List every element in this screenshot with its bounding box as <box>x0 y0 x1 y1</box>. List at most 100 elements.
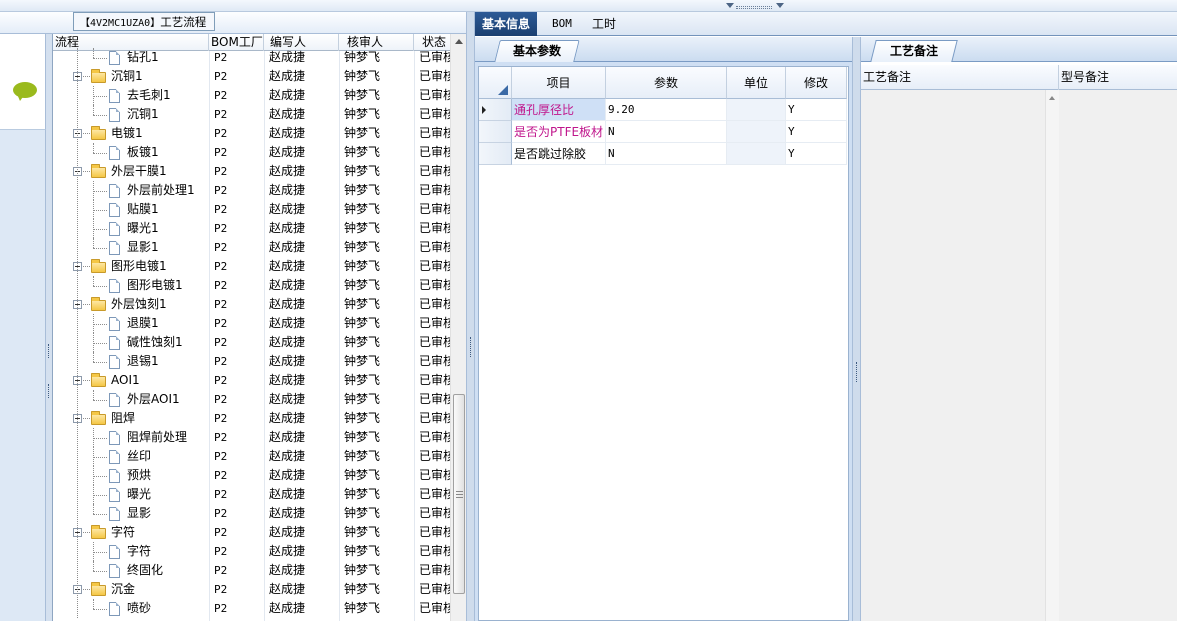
tree-row[interactable]: 喷砂 P2 赵成捷 钟梦飞 已审核 <box>53 599 451 618</box>
tree-node-name[interactable]: 沉金 <box>111 580 209 599</box>
tree-node-name[interactable]: 显影1 <box>127 238 209 257</box>
tree-node-name[interactable]: 图形电镀1 <box>127 276 209 295</box>
tree-row[interactable]: 显影1 P2 赵成捷 钟梦飞 已审核 <box>53 238 451 257</box>
tree-row[interactable]: AOI1 P2 赵成捷 钟梦飞 已审核 <box>53 371 451 390</box>
tree-node-name[interactable]: 沉铜1 <box>111 67 209 86</box>
tree-node-name[interactable]: 外层干膜1 <box>111 162 209 181</box>
tab-process-remarks[interactable]: 工艺备注 <box>870 40 958 62</box>
tree-row[interactable]: 阻焊 P2 赵成捷 钟梦飞 已审核 <box>53 409 451 428</box>
tree-row[interactable]: 碱性蚀刻1 P2 赵成捷 钟梦飞 已审核 <box>53 333 451 352</box>
tab-basic-params[interactable]: 基本参数 <box>494 40 580 62</box>
tab-work-hours[interactable]: 工时 <box>585 12 623 36</box>
param-modify-cell[interactable]: Y <box>786 121 847 143</box>
param-value-cell[interactable]: 9.20 <box>606 99 727 121</box>
param-value-cell[interactable]: N <box>606 121 727 143</box>
splitter-grip-icon[interactable] <box>736 6 772 9</box>
tab-bom[interactable]: BOM <box>545 12 579 36</box>
tree-node-name[interactable]: 电镀1 <box>111 124 209 143</box>
tree-row[interactable]: 图形电镀1 P2 赵成捷 钟梦飞 已审核 <box>53 257 451 276</box>
tree-row[interactable]: 外层前处理1 P2 赵成捷 钟梦飞 已审核 <box>53 181 451 200</box>
tree-node-name[interactable]: 去毛刺1 <box>127 86 209 105</box>
center-splitter[interactable] <box>466 12 475 621</box>
tree-row[interactable]: 显影 P2 赵成捷 钟梦飞 已审核 <box>53 504 451 523</box>
splitter-grip-icon[interactable] <box>470 337 472 357</box>
tree-node-name[interactable]: 阻焊前处理 <box>127 428 209 447</box>
tree-row[interactable]: 字符 P2 赵成捷 钟梦飞 已审核 <box>53 523 451 542</box>
param-item-cell[interactable]: 是否为PTFE板材 <box>512 121 606 143</box>
process-remark-textarea[interactable] <box>861 90 1059 621</box>
tree-node-name[interactable]: 预烘 <box>127 466 209 485</box>
tree-node-name[interactable]: 退膜1 <box>127 314 209 333</box>
tree-row[interactable]: 字符 P2 赵成捷 钟梦飞 已审核 <box>53 542 451 561</box>
tree-node-name[interactable]: AOI1 <box>111 371 209 390</box>
tree-node-name[interactable]: 外层蚀刻1 <box>111 295 209 314</box>
tab-basic-info[interactable]: 基本信息 <box>475 12 538 36</box>
tree-node-name[interactable]: 曝光 <box>127 485 209 504</box>
row-header[interactable] <box>479 121 512 143</box>
grid-corner[interactable] <box>479 67 512 99</box>
tree-node-name[interactable]: 板镀1 <box>127 143 209 162</box>
tree-row[interactable]: 丝印 P2 赵成捷 钟梦飞 已审核 <box>53 447 451 466</box>
tree-node-name[interactable]: 外层前处理1 <box>127 181 209 200</box>
tree-row[interactable]: 贴膜1 P2 赵成捷 钟梦飞 已审核 <box>53 200 451 219</box>
tree-row[interactable]: 板镀1 P2 赵成捷 钟梦飞 已审核 <box>53 143 451 162</box>
top-splitter-strip[interactable] <box>0 0 1177 12</box>
tree-row[interactable]: 沉金 P2 赵成捷 钟梦飞 已审核 <box>53 580 451 599</box>
tree-node-name[interactable]: 碱性蚀刻1 <box>127 333 209 352</box>
tree-row[interactable]: 去毛刺1 P2 赵成捷 钟梦飞 已审核 <box>53 86 451 105</box>
tree-row[interactable]: 退锡1 P2 赵成捷 钟梦飞 已审核 <box>53 352 451 371</box>
tree-row[interactable]: 曝光1 P2 赵成捷 钟梦飞 已审核 <box>53 219 451 238</box>
splitter-grip-icon[interactable] <box>48 384 50 398</box>
tree-node-name[interactable]: 贴膜1 <box>127 200 209 219</box>
tree-node-name[interactable]: 丝印 <box>127 447 209 466</box>
tree-row[interactable]: 外层AOI1 P2 赵成捷 钟梦飞 已审核 <box>53 390 451 409</box>
tree-row[interactable]: 退膜1 P2 赵成捷 钟梦飞 已审核 <box>53 314 451 333</box>
remark-scrollbar[interactable] <box>1045 90 1059 621</box>
column-header-unit[interactable]: 单位 <box>727 67 786 99</box>
param-modify-cell[interactable]: Y <box>786 99 847 121</box>
tree-row[interactable]: 外层干膜1 P2 赵成捷 钟梦飞 已审核 <box>53 162 451 181</box>
tree-row[interactable]: 沉铜1 P2 赵成捷 钟梦飞 已审核 <box>53 105 451 124</box>
basic-params-grid[interactable]: 项目 参数 单位 修改 通孔厚径比 9.20 Y 是否为PTFE板材 N Y 是否跳过除胶 N… <box>478 66 849 621</box>
tree-node-name[interactable]: 退锡1 <box>127 352 209 371</box>
tree-node-name[interactable]: 沉铜1 <box>127 105 209 124</box>
tree-node-name[interactable]: 外层AOI1 <box>127 390 209 409</box>
tree-node-name[interactable]: 喷砂 <box>127 599 209 618</box>
process-tree-grid[interactable]: 流程 BOM工厂 编写人 核审人 状态 钻孔1P2赵成捷钟梦飞已审核沉铜1P2赵… <box>52 34 466 621</box>
scroll-up-icon[interactable] <box>1049 96 1055 100</box>
column-header-value[interactable]: 参数 <box>606 67 727 99</box>
tree-row[interactable]: 图形电镀1 P2 赵成捷 钟梦飞 已审核 <box>53 276 451 295</box>
splitter-grip-icon[interactable] <box>856 362 858 382</box>
row-header[interactable] <box>479 99 512 121</box>
splitter-grip-icon[interactable] <box>48 344 50 358</box>
collapse-up-icon[interactable] <box>776 3 784 8</box>
tree-node-name[interactable]: 钻孔1 <box>127 48 209 67</box>
tree-row[interactable]: 终固化 P2 赵成捷 钟梦飞 已审核 <box>53 561 451 580</box>
process-title-tab[interactable]: 【4V2MC1UZA0】工艺流程 <box>73 12 216 31</box>
param-unit-cell[interactable] <box>727 143 786 165</box>
scrollbar-thumb[interactable] <box>453 394 465 594</box>
model-remark-textarea[interactable] <box>1059 90 1177 621</box>
tree-row[interactable]: 曝光 P2 赵成捷 钟梦飞 已审核 <box>53 485 451 504</box>
collapse-up-icon[interactable] <box>726 3 734 8</box>
scroll-up-icon[interactable] <box>455 39 463 44</box>
tree-row[interactable]: 阻焊前处理 P2 赵成捷 钟梦飞 已审核 <box>53 428 451 447</box>
right-splitter[interactable] <box>852 37 861 621</box>
tree-row[interactable]: 预烘 P2 赵成捷 钟梦飞 已审核 <box>53 466 451 485</box>
param-item-cell[interactable]: 是否跳过除胶 <box>512 143 606 165</box>
tree-vertical-scrollbar[interactable] <box>450 34 466 621</box>
tree-node-name[interactable]: 显影 <box>127 504 209 523</box>
tree-row[interactable]: 沉铜1 P2 赵成捷 钟梦飞 已审核 <box>53 67 451 86</box>
param-unit-cell[interactable] <box>727 121 786 143</box>
tree-node-name[interactable]: 曝光1 <box>127 219 209 238</box>
tree-row[interactable]: 外层蚀刻1 P2 赵成捷 钟梦飞 已审核 <box>53 295 451 314</box>
tree-row[interactable]: 电镀1 P2 赵成捷 钟梦飞 已审核 <box>53 124 451 143</box>
param-value-cell[interactable]: N <box>606 143 727 165</box>
param-item-cell[interactable]: 通孔厚径比 <box>512 99 606 121</box>
tree-node-name[interactable]: 阻焊 <box>111 409 209 428</box>
row-header[interactable] <box>479 143 512 165</box>
column-header-modify[interactable]: 修改 <box>786 67 847 99</box>
tree-node-name[interactable]: 字符 <box>111 523 209 542</box>
param-modify-cell[interactable]: Y <box>786 143 847 165</box>
tree-node-name[interactable]: 字符 <box>127 542 209 561</box>
